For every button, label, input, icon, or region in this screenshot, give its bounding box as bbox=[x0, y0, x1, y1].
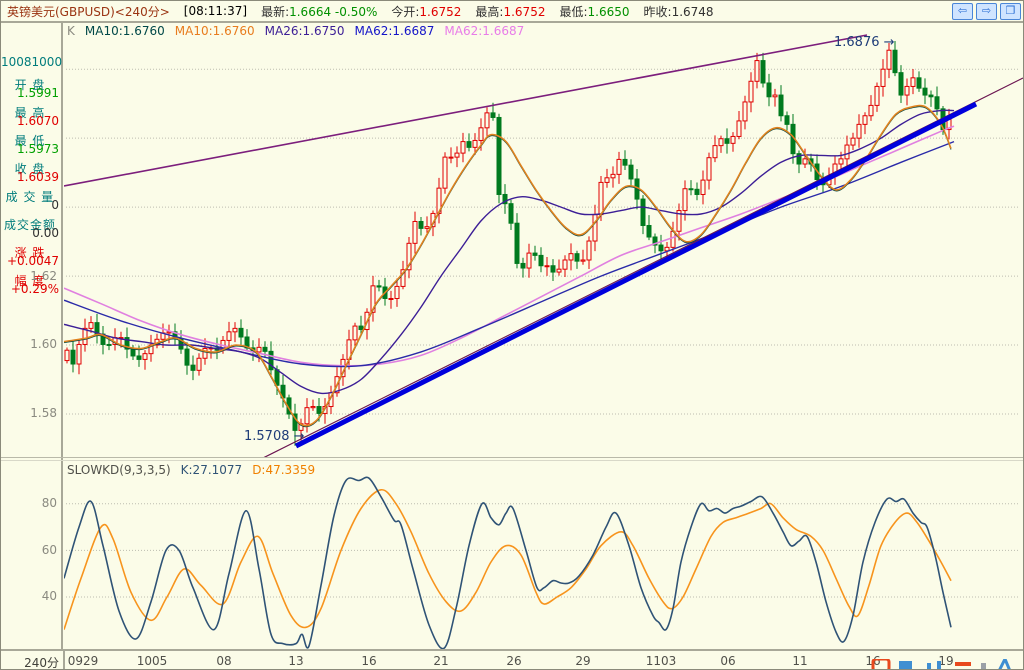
quote-sidebar: 10081000 开 盘 1.5991 最 高 1.6070 最 低 1.5973 收 盘1… bbox=[1, 21, 63, 649]
time-tick: 06 bbox=[720, 654, 736, 668]
indicator-k-value: K:27.1077 bbox=[180, 463, 243, 477]
ma-value-label: MA62:1.6687 bbox=[444, 24, 525, 38]
quote-field-label: 昨收:1.6748 bbox=[643, 4, 714, 19]
quote-field-label: 最高:1.6752 bbox=[475, 4, 546, 19]
panel-divider bbox=[1, 457, 1023, 458]
period-label: 240分 bbox=[24, 656, 59, 670]
window-buttons: ⇦ ⇨ ❐ bbox=[952, 3, 1021, 20]
indicator-axis-label: 60 bbox=[41, 543, 57, 557]
quote-field-value: 1.6650 bbox=[587, 4, 630, 19]
forward-button[interactable]: ⇨ bbox=[976, 3, 997, 20]
quote-field-value: 1.6752 bbox=[419, 4, 462, 19]
ma-value-label: MA26:1.6750 bbox=[264, 24, 345, 38]
indicator-d-value: D:47.3359 bbox=[252, 463, 316, 477]
k-column-label: K bbox=[67, 24, 75, 38]
sidebar-row-value: 1.6070 bbox=[17, 114, 59, 128]
time-tick: 26 bbox=[506, 654, 522, 668]
back-button[interactable]: ⇦ bbox=[952, 3, 973, 20]
ma-label-row: K MA10:1.6760 MA10:1.6760 MA26:1.6750 MA62:1… bbox=[67, 24, 524, 38]
quote-field-value: 1.6752 bbox=[503, 4, 546, 19]
candlestick-chart[interactable] bbox=[64, 23, 1023, 457]
time-tick: 08 bbox=[216, 654, 232, 668]
top-info-bar: 英镑美元(GBPUSD)<240分> [08:11:37] 最新:1.6664 … bbox=[1, 1, 1023, 23]
ma-value-label: MA10:1.6760 bbox=[174, 24, 255, 38]
indicator-name: SLOWKD(9,3,3,5) bbox=[67, 463, 171, 477]
price-annotation: 1.5708 → bbox=[244, 429, 305, 444]
quote-fields: 最新:1.6664 -0.50% 今开:1.6752 最高:1.6752 最低:1.6… bbox=[247, 3, 714, 20]
quote-field-label: 最低:1.6650 bbox=[559, 4, 630, 19]
ma-value-label: MA62:1.6687 bbox=[354, 24, 435, 38]
price-axis-label: 1.62 bbox=[30, 269, 57, 283]
price-axis-label: 1.58 bbox=[30, 406, 57, 420]
sidebar-row-value: 1.5973 bbox=[17, 142, 59, 156]
instrument-title: 英镑美元(GBPUSD)<240分> bbox=[7, 4, 170, 19]
time-tick: 13 bbox=[288, 654, 304, 668]
quote-field-value: 1.6748 bbox=[671, 4, 714, 19]
time-tick: 1103 bbox=[645, 654, 677, 668]
sidebar-row-value: 1.5991 bbox=[17, 86, 59, 100]
time-tick: 16 bbox=[361, 654, 377, 668]
quote-field-label: 最新:1.6664 -0.50% bbox=[261, 4, 378, 19]
indicator-label-row: SLOWKD(9,3,3,5) K:27.1077 D:47.3359 bbox=[67, 463, 315, 477]
sidebar-row-value: 1.6039 bbox=[17, 170, 59, 184]
indicator-axis-label: 80 bbox=[41, 496, 57, 510]
price-axis-label: 1.60 bbox=[30, 337, 57, 351]
price-annotation: 1.6876 → bbox=[834, 35, 895, 50]
contract-code: 10081000 bbox=[1, 55, 63, 69]
indicator-axis-label: 40 bbox=[41, 589, 57, 603]
quote-field-label: 今开:1.6752 bbox=[391, 4, 462, 19]
sidebar-row-value: +0.0047 bbox=[6, 254, 59, 268]
watermark-glyphs bbox=[871, 659, 1011, 669]
sidebar-row-value: +0.29% bbox=[10, 282, 59, 296]
time-tick: 21 bbox=[433, 654, 449, 668]
sidebar-row-value: 0 bbox=[51, 198, 59, 212]
axis-separator bbox=[63, 651, 65, 669]
time-tick: 1005 bbox=[136, 654, 168, 668]
slowkd-indicator-chart[interactable] bbox=[64, 461, 1023, 649]
time-tick: 11 bbox=[792, 654, 808, 668]
trading-app-window: 英镑美元(GBPUSD)<240分> [08:11:37] 最新:1.6664 … bbox=[0, 0, 1024, 670]
sidebar-row-value: 0.00 bbox=[32, 226, 59, 240]
time-tick: 0929 bbox=[67, 654, 99, 668]
ma-value-label: MA10:1.6760 bbox=[84, 24, 165, 38]
restore-button[interactable]: ❐ bbox=[1000, 3, 1021, 20]
quote-time: [08:11:37] bbox=[183, 4, 248, 18]
quote-field-value: 1.6664 -0.50% bbox=[289, 4, 378, 19]
time-tick: 29 bbox=[575, 654, 591, 668]
watermark-logo bbox=[871, 659, 1021, 669]
